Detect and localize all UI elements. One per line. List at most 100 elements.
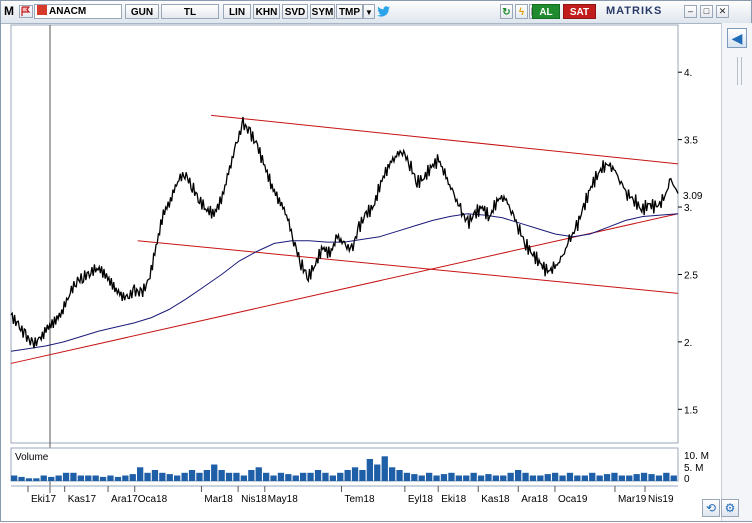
chart-window: M ANACM GUN TL LIN KHN SVD SYM TMP ▼ ↻ ϟ… — [0, 0, 752, 522]
volume-bar — [40, 475, 47, 481]
volume-bar — [440, 474, 448, 481]
volume-bar — [663, 472, 670, 482]
volume-bar — [515, 470, 522, 481]
volume-bar — [559, 475, 566, 481]
volume-bar — [648, 474, 655, 481]
volume-bar — [277, 472, 285, 482]
settings-gear-icon[interactable]: ⚙ — [721, 499, 739, 517]
panel-grip[interactable] — [737, 57, 742, 85]
volume-bar — [344, 470, 351, 481]
volume-bar — [203, 470, 210, 481]
volume-bar — [107, 475, 114, 481]
volume-bar — [426, 472, 433, 482]
volume-bar — [196, 472, 203, 482]
volume-bar — [633, 474, 640, 481]
volume-bar — [507, 472, 514, 482]
x-tick-label: Nis19 — [648, 494, 674, 505]
x-tick-label: Oca19 — [558, 494, 588, 505]
x-tick-label: Oca18 — [138, 494, 168, 505]
volume-bar — [589, 472, 596, 482]
volume-bar — [529, 475, 537, 481]
volume-bar — [640, 472, 648, 482]
volume-bar — [240, 475, 247, 481]
volume-bar — [492, 475, 499, 481]
x-tick-label: Ara17 — [111, 494, 138, 505]
volume-bar — [411, 474, 418, 481]
volume-bar — [329, 475, 336, 481]
volume-bar — [477, 475, 485, 481]
volume-tick-label: 10. M — [684, 451, 709, 462]
x-tick-label: Eki17 — [31, 494, 56, 505]
volume-bar — [85, 475, 92, 481]
volume-tick-label: 5. M — [684, 463, 703, 474]
volume-bar — [500, 475, 507, 481]
volume-bar — [351, 467, 359, 482]
volume-bar — [381, 456, 388, 482]
volume-bar — [596, 475, 603, 481]
volume-bar — [92, 475, 99, 481]
volume-bar — [611, 472, 618, 482]
volume-bar — [174, 475, 181, 481]
volume-bar — [77, 475, 84, 481]
y-tick-label: 2.5 — [684, 270, 698, 281]
volume-bar — [389, 467, 396, 482]
volume-bar — [537, 475, 544, 481]
volume-bar — [225, 472, 233, 482]
volume-bar — [285, 474, 292, 481]
volume-bar — [307, 472, 314, 482]
volume-bar — [218, 470, 225, 481]
volume-tick-label: 0 — [684, 474, 690, 485]
volume-bar — [188, 470, 196, 481]
volume-bar — [403, 472, 411, 482]
x-tick-label: Eyl18 — [408, 494, 433, 505]
volume-bar — [470, 472, 477, 482]
y-tick-label: 3.5 — [684, 136, 698, 147]
x-tick-label: Mar19 — [618, 494, 647, 505]
volume-bar — [626, 475, 633, 481]
x-tick-label: Eki18 — [441, 494, 466, 505]
volume-bar — [33, 478, 40, 482]
volume-bar — [566, 472, 574, 482]
volume-bar — [255, 467, 262, 482]
volume-bar — [300, 472, 307, 482]
volume-bar — [396, 470, 403, 481]
volume-bar — [263, 472, 270, 482]
volume-bar — [366, 459, 373, 481]
volume-bar — [455, 475, 462, 481]
y-tick-label: 4. — [684, 68, 692, 79]
volume-label: Volume — [15, 452, 49, 463]
volume-bar — [129, 474, 136, 481]
volume-bar — [448, 472, 455, 482]
volume-bar — [144, 472, 151, 482]
y-tick-label: 3. — [684, 203, 692, 214]
volume-bar — [433, 475, 440, 481]
price-chart[interactable]: 10. M5. M0 4. 3.5 3. 2.5 2. 1.5 Eki17 Kas17 Ara… — [1, 1, 752, 523]
sync-icon[interactable]: ⟲ — [702, 499, 720, 517]
volume-bar — [114, 476, 122, 481]
volume-bar — [485, 474, 492, 481]
volume-bar — [48, 476, 55, 481]
volume-bar — [248, 470, 255, 481]
volume-bar — [166, 474, 173, 481]
volume-bar — [374, 464, 381, 481]
x-tick-label: Ara18 — [521, 494, 548, 505]
volume-bar — [122, 475, 129, 481]
x-tick-label: Kas17 — [68, 494, 97, 505]
volume-bar — [137, 467, 144, 482]
x-tick-label: Mar18 — [204, 494, 233, 505]
y-tick-label: 1.5 — [684, 405, 698, 416]
volume-bar — [211, 464, 218, 481]
y-tick-label: 2. — [684, 338, 692, 349]
volume-bar — [581, 475, 588, 481]
plot-area — [10, 24, 679, 444]
last-value-label: 3.09 — [683, 191, 703, 202]
volume-bar — [314, 470, 322, 481]
volume-bar — [655, 475, 663, 481]
back-arrow-icon[interactable]: ◀ — [727, 28, 747, 48]
volume-bar — [322, 472, 329, 482]
volume-bar — [522, 472, 529, 482]
volume-bar — [418, 475, 425, 481]
volume-bar — [603, 474, 611, 481]
right-side-panel — [721, 23, 752, 521]
volume-bar — [18, 476, 25, 481]
